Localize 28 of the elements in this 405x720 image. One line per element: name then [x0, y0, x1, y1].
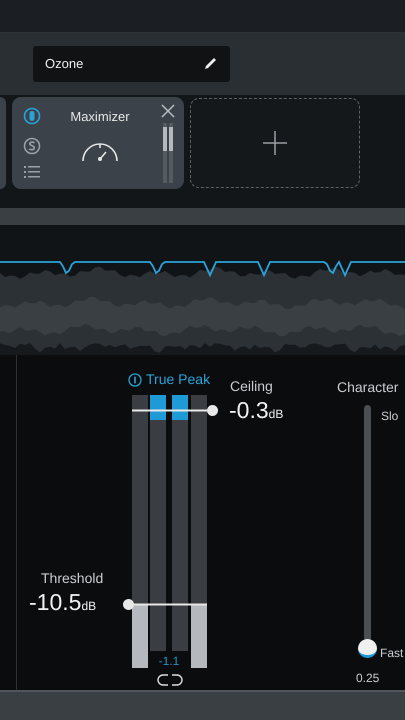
threshold-label: Threshold [41, 569, 104, 588]
threshold-handle[interactable] [123, 599, 207, 610]
character-label: Character [337, 378, 398, 397]
level-meter-drawing [163, 123, 174, 183]
ceiling-label: Ceiling [230, 377, 273, 396]
fast-label: Fast [380, 645, 404, 662]
character-value: 0.25 [356, 670, 380, 687]
pencil-icon[interactable] [202, 56, 218, 72]
add-module-slot[interactable] [190, 98, 360, 188]
list-icon[interactable] [24, 165, 40, 179]
preset-name-field[interactable]: Ozone [33, 46, 230, 82]
power-icon[interactable] [23, 107, 41, 125]
close-icon[interactable] [160, 103, 176, 119]
module-title: Maximizer [69, 108, 131, 126]
module-card[interactable]: Maximizer [12, 97, 184, 189]
ceiling-value: -0.3dB [229, 399, 284, 422]
gain-reduction-value: -1.1 [158, 653, 180, 670]
slider-track[interactable] [364, 405, 371, 639]
true-peak-toggle[interactable]: True Peak [128, 369, 210, 390]
info-icon [128, 372, 142, 386]
ceiling-handle[interactable] [132, 405, 218, 416]
slow-label: Slo [381, 408, 398, 425]
link-icon[interactable] [157, 674, 183, 686]
solo-icon[interactable] [23, 137, 41, 155]
plus-icon [262, 130, 288, 156]
preset-name: Ozone [45, 55, 84, 74]
slider-thumb[interactable] [358, 639, 377, 658]
threshold-value: -10.5dB [29, 591, 96, 614]
